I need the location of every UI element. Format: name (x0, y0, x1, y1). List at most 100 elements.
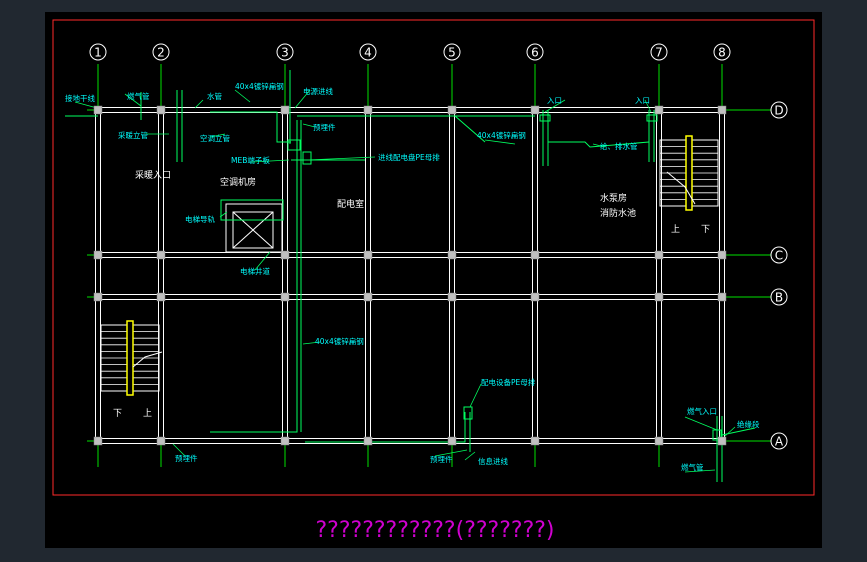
column (93, 250, 103, 260)
leader-line (684, 416, 718, 431)
axis-label-2: 2 (157, 46, 165, 60)
column (530, 436, 540, 446)
text-heating-entry: 采暖入口 (135, 169, 171, 181)
leader-line (464, 451, 476, 461)
text-elevator-guide: 电梯导轨 (185, 214, 215, 224)
elevator-guide-loop (220, 199, 284, 221)
column (280, 250, 290, 260)
column (530, 105, 540, 115)
stair-left-handrail (126, 320, 134, 396)
column (654, 105, 664, 115)
axis-label-8: 8 (718, 46, 726, 60)
text-embed-top: 预埋件 (313, 122, 336, 132)
text-pump-room: 水泵房 (600, 192, 627, 204)
axis-label-4: 4 (364, 46, 372, 60)
stairs (100, 135, 719, 396)
cad-viewport[interactable]: 12345678DCBA 接地干线 燃气管 采暖立管 水管 40x4镀锌扁钢 电源进线 空调… (0, 0, 867, 562)
leader-line (484, 139, 516, 145)
text-stair-right-up: 上 (671, 224, 680, 235)
elevator-shaft (220, 199, 284, 253)
text-insulation: 绝缘段 (737, 419, 760, 429)
column (447, 105, 457, 115)
beam-8 (719, 109, 725, 442)
column (280, 436, 290, 446)
text-ac-riser: 空调立管 (200, 133, 230, 143)
axis-lines (87, 64, 771, 467)
column (717, 250, 727, 260)
column (363, 292, 373, 302)
column (447, 436, 457, 446)
axis-bubbles: 1 2 3 4 5 6 7 8 D C B A (89, 43, 788, 450)
column (717, 292, 727, 302)
axis-label-3: 3 (281, 46, 289, 60)
text-gas-pipe-bottom: 燃气管 (681, 462, 704, 472)
stair-right-handrail (685, 135, 693, 211)
axis-label-C: C (775, 249, 783, 263)
beam-1 (95, 109, 101, 442)
beam-6 (532, 109, 538, 442)
text-water-supply: 给、排水管 (600, 141, 638, 151)
column (156, 436, 166, 446)
text-flat-steel-mid: 40x4镀锌扁钢 (315, 336, 364, 346)
text-embed-bottom-mid: 预埋件 (430, 454, 453, 464)
column (654, 436, 664, 446)
axis-label-A: A (775, 435, 784, 449)
equip-pe-line (305, 412, 466, 443)
text-dist-pe: 进线配电盘PE母排 (378, 152, 440, 162)
column (447, 250, 457, 260)
text-stair-left-up: 上 (143, 408, 152, 419)
column (717, 436, 727, 446)
leader-line (234, 89, 251, 103)
dist-box-shape (302, 151, 312, 165)
column (156, 105, 166, 115)
text-gas-entry: 燃气入口 (687, 406, 717, 416)
text-signal-inlet: 信息进线 (478, 456, 508, 466)
text-grounding-main: 接地干线 (65, 93, 95, 103)
text-ac-room: 空调机房 (220, 176, 256, 188)
beam-4 (365, 109, 371, 442)
column (530, 250, 540, 260)
column (363, 250, 373, 260)
text-entry-1: 入口 (547, 96, 562, 105)
axis-label-B: B (775, 291, 783, 305)
text-flat-steel-top: 40x4镀锌扁钢 (235, 81, 284, 91)
text-distribution-room: 配电室 (337, 198, 364, 210)
elevator-outline (225, 203, 283, 253)
axis-label-1: 1 (94, 46, 102, 60)
leader-line (724, 426, 736, 437)
column (363, 436, 373, 446)
floor-plan-drawing: 1 2 3 4 5 6 7 8DCBA 接地干线 燃气管采暖立管水管40x4镀锌扁钢电源进线空调… (52, 19, 815, 543)
column (93, 292, 103, 302)
grounding-conduits (65, 70, 756, 482)
text-heating-riser: 采暖立管 (118, 130, 148, 140)
text-embed-bottom-left: 预埋件 (175, 453, 198, 463)
beam-5 (449, 109, 455, 442)
leader-line (469, 383, 482, 408)
annotation-texts: 接地干线 燃气管采暖立管水管40x4镀锌扁钢电源进线空调立管预埋件MEB端子板 进线… (65, 81, 760, 472)
axis-label-6: 6 (531, 46, 539, 60)
axis-label-D: D (774, 104, 783, 118)
column (654, 250, 664, 260)
text-gas-pipe-top: 燃气管 (127, 91, 150, 101)
column (447, 292, 457, 302)
axis-label-5: 5 (448, 46, 456, 60)
text-equip-pe: 配电设备PE母排 (481, 377, 536, 387)
text-power-inlet: 电源进线 (303, 86, 333, 96)
column (156, 292, 166, 302)
column (93, 436, 103, 446)
text-stair-left-down: 下 (113, 409, 122, 419)
text-stair-right-down: 下 (701, 225, 710, 235)
column (93, 105, 103, 115)
text-flat-steel-right: 40x4镀锌扁钢 (477, 130, 526, 140)
drawing-title: ????????????(???????) (315, 518, 554, 543)
column (363, 105, 373, 115)
axis-label-7: 7 (655, 46, 663, 60)
beam-3 (282, 109, 288, 442)
column (530, 292, 540, 302)
text-water-pipe: 水管 (207, 91, 222, 101)
text-elevator-shaft: 电梯井道 (240, 266, 270, 276)
column (280, 292, 290, 302)
column (280, 105, 290, 115)
text-meb-box: MEB端子板 (231, 155, 270, 165)
column (156, 250, 166, 260)
